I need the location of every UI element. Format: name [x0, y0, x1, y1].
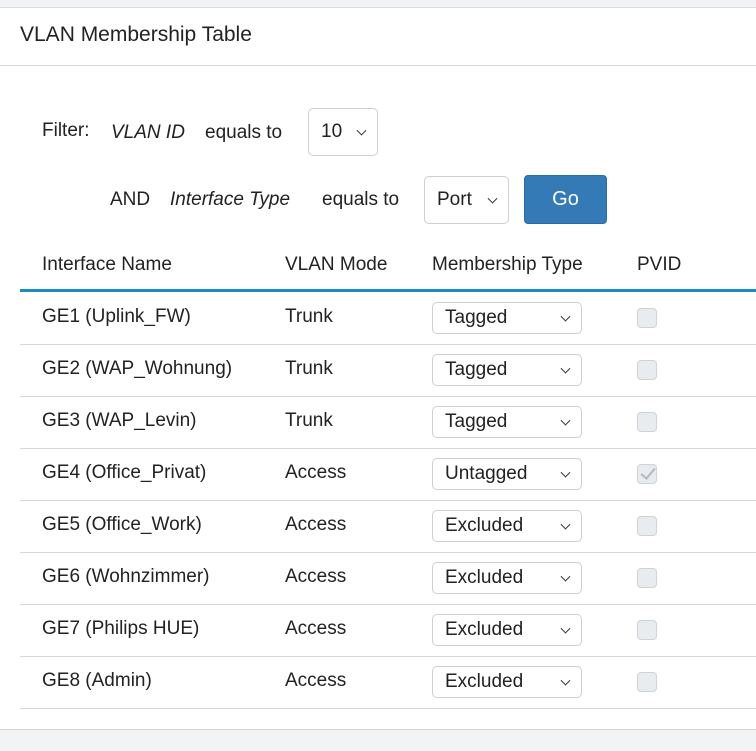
- interface-type-select[interactable]: Port: [424, 176, 509, 224]
- filter-operator-1: equals to: [205, 122, 283, 143]
- table-row: GE8 (Admin) Access Excluded: [20, 656, 756, 709]
- filter-operator-2: equals to: [322, 189, 400, 210]
- header-pvid: PVID: [637, 254, 682, 275]
- interface-name: GE2 (WAP_Wohnung): [42, 358, 233, 379]
- vlan-membership-panel: VLAN Membership Table Filter: VLAN ID eq…: [0, 7, 756, 730]
- chevron-down-icon: [560, 675, 571, 686]
- table-row: GE2 (WAP_Wohnung) Trunk Tagged: [20, 344, 756, 397]
- pvid-checkbox[interactable]: [637, 516, 657, 536]
- interface-name: GE7 (Philips HUE): [42, 618, 200, 639]
- membership-type-select[interactable]: Excluded: [432, 666, 582, 698]
- membership-type-select[interactable]: Untagged: [432, 458, 582, 490]
- pvid-checkbox[interactable]: [637, 464, 657, 484]
- table-row: GE6 (Wohnzimmer) Access Excluded: [20, 552, 756, 605]
- vlan-mode: Access: [285, 670, 347, 691]
- interface-type-value: Port: [437, 189, 472, 210]
- vlan-mode: Access: [285, 462, 347, 483]
- chevron-down-icon: [560, 311, 571, 322]
- interface-name: GE3 (WAP_Levin): [42, 410, 197, 431]
- membership-type-select[interactable]: Excluded: [432, 614, 582, 646]
- membership-type-value: Excluded: [445, 619, 524, 640]
- vlan-mode: Trunk: [285, 358, 333, 379]
- vlan-mode: Trunk: [285, 306, 333, 327]
- chevron-down-icon: [560, 519, 571, 530]
- chevron-down-icon: [560, 415, 571, 426]
- membership-type-value: Excluded: [445, 567, 524, 588]
- interface-name: GE1 (Uplink_FW): [42, 306, 191, 327]
- membership-type-value: Untagged: [445, 463, 528, 484]
- membership-type-select[interactable]: Tagged: [432, 354, 582, 386]
- filter-and-label: AND: [110, 189, 151, 210]
- page-title: VLAN Membership Table: [20, 23, 252, 46]
- vlan-id-select[interactable]: 10: [308, 108, 378, 156]
- interface-name: GE4 (Office_Privat): [42, 462, 207, 483]
- pvid-checkbox[interactable]: [637, 620, 657, 640]
- vlan-id-value: 10: [321, 121, 343, 142]
- table-row: GE7 (Philips HUE) Access Excluded: [20, 604, 756, 657]
- interface-name: GE8 (Admin): [42, 670, 152, 691]
- membership-type-value: Tagged: [445, 359, 508, 380]
- pvid-checkbox[interactable]: [637, 360, 657, 380]
- vlan-mode: Access: [285, 514, 347, 535]
- vlan-mode: Access: [285, 618, 347, 639]
- go-button[interactable]: Go: [524, 175, 607, 224]
- pvid-checkbox[interactable]: [637, 672, 657, 692]
- vlan-mode: Access: [285, 566, 347, 587]
- membership-type-value: Excluded: [445, 671, 524, 692]
- filter-field-vlan-id: VLAN ID: [111, 122, 185, 143]
- pvid-checkbox[interactable]: [637, 308, 657, 328]
- filter-field-interface-type: Interface Type: [170, 189, 291, 210]
- chevron-down-icon: [487, 193, 498, 204]
- interface-name: GE5 (Office_Work): [42, 514, 202, 535]
- membership-type-select[interactable]: Excluded: [432, 510, 582, 542]
- interface-name: GE6 (Wohnzimmer): [42, 566, 210, 587]
- table-row: GE3 (WAP_Levin) Trunk Tagged: [20, 396, 756, 449]
- header-vlan-mode: VLAN Mode: [285, 254, 388, 275]
- pvid-checkbox[interactable]: [637, 412, 657, 432]
- membership-type-value: Tagged: [445, 411, 508, 432]
- table-row: GE1 (Uplink_FW) Trunk Tagged: [20, 292, 756, 345]
- membership-type-value: Excluded: [445, 515, 524, 536]
- chevron-down-icon: [356, 125, 367, 136]
- table-row: GE5 (Office_Work) Access Excluded: [20, 500, 756, 553]
- chevron-down-icon: [560, 623, 571, 634]
- membership-type-value: Tagged: [445, 307, 508, 328]
- chevron-down-icon: [560, 363, 571, 374]
- chevron-down-icon: [560, 571, 571, 582]
- membership-type-select[interactable]: Tagged: [432, 302, 582, 334]
- membership-type-select[interactable]: Tagged: [432, 406, 582, 438]
- table-row: GE4 (Office_Privat) Access Untagged: [20, 448, 756, 501]
- divider: [0, 65, 756, 66]
- chevron-down-icon: [560, 467, 571, 478]
- filter-label: Filter:: [42, 120, 90, 141]
- membership-type-select[interactable]: Excluded: [432, 562, 582, 594]
- header-membership-type: Membership Type: [432, 254, 583, 275]
- vlan-mode: Trunk: [285, 410, 333, 431]
- pvid-checkbox[interactable]: [637, 568, 657, 588]
- header-interface-name: Interface Name: [42, 254, 172, 275]
